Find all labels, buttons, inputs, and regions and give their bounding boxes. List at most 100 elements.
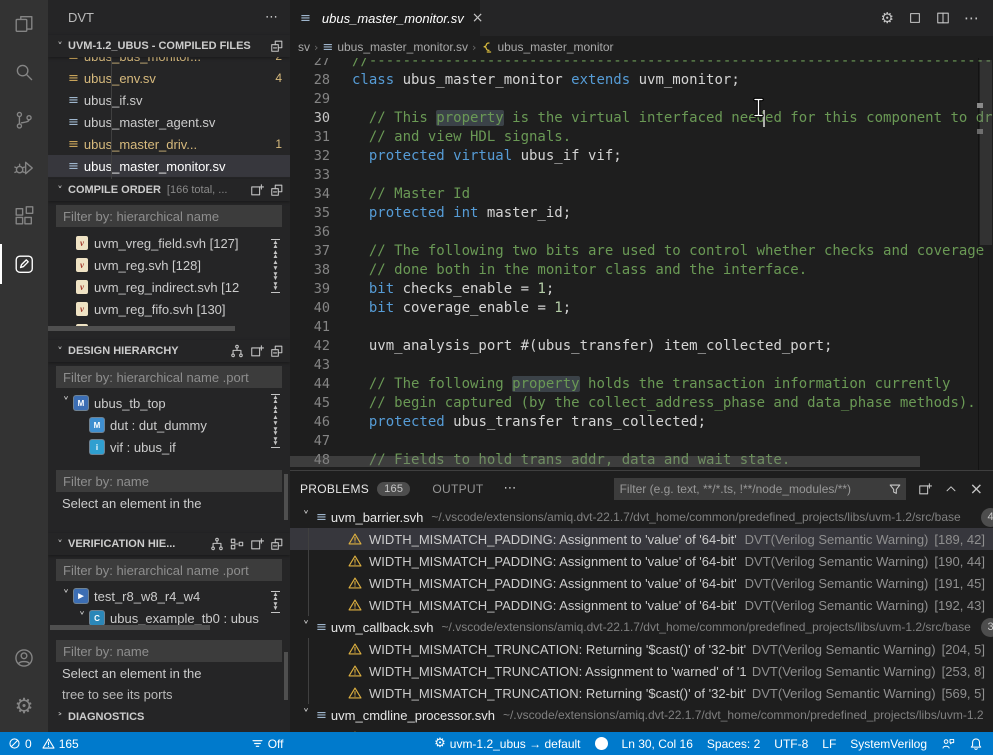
chevron-down-icon[interactable]: ˅: [52, 345, 68, 358]
collapse-all-icon[interactable]: [270, 183, 284, 197]
problems-group-row[interactable]: ˅≡uvm_cmdline_processor.svh~/.vscode/ext…: [290, 704, 993, 726]
code-line[interactable]: 35 protected int master_id;: [290, 204, 993, 223]
compile-order-item[interactable]: vuvm_reg_fifo.svh [130]: [48, 298, 290, 320]
compile-order-filter-input[interactable]: [56, 205, 282, 227]
code-line[interactable]: 27//------------------------------------…: [290, 58, 993, 71]
code-line[interactable]: 47: [290, 432, 993, 451]
gear-icon[interactable]: ⚙: [881, 9, 894, 27]
problems-status[interactable]: 0 165: [8, 737, 79, 751]
tab-problems[interactable]: PROBLEMS 165: [300, 482, 410, 496]
activity-extensions[interactable]: [0, 192, 48, 240]
activity-settings[interactable]: ⚙: [0, 682, 48, 730]
tab-ubus-master-monitor[interactable]: ≡ ubus_master_monitor.sv ×: [290, 0, 480, 36]
feedback-icon[interactable]: [941, 737, 955, 751]
code-line[interactable]: 29: [290, 90, 993, 109]
more-actions-icon[interactable]: ⋯: [265, 10, 278, 25]
editor-horizontal-scrollbar[interactable]: [290, 456, 920, 467]
close-icon[interactable]: ×: [472, 10, 484, 26]
problems-group-row[interactable]: ˅≡uvm_callback.svh~/.vscode/extensions/a…: [290, 616, 993, 638]
section-design-hierarchy[interactable]: ˅ DESIGN HIERARCHY: [48, 340, 290, 362]
chevron-down-icon[interactable]: ˅: [298, 620, 314, 635]
dvt-status-indicator[interactable]: [595, 737, 608, 750]
notifications-bell-icon[interactable]: [969, 737, 983, 751]
design-hierarchy-name-filter-input[interactable]: [56, 470, 282, 492]
design-hierarchy-node[interactable]: Mdut : dut_dummy: [48, 414, 290, 436]
language-mode[interactable]: SystemVerilog: [850, 737, 927, 751]
collapse-all-icon[interactable]: [270, 344, 284, 358]
vertical-scrollbar[interactable]: [284, 474, 288, 520]
code-line[interactable]: 31 // and view HDL signals.: [290, 128, 993, 147]
code-line[interactable]: 45 // begin captured (by the collect_add…: [290, 394, 993, 413]
chevron-down-icon[interactable]: ˅: [298, 510, 314, 525]
problem-row[interactable]: WIDTH_MISMATCH_PADDING: Assignment to 'v…: [290, 550, 993, 572]
encoding[interactable]: UTF-8: [774, 737, 808, 751]
design-hierarchy-node[interactable]: ivif : ubus_if: [48, 436, 290, 458]
code-line[interactable]: 44 // The following property holds the t…: [290, 375, 993, 394]
problem-row[interactable]: WIDTH_MISMATCH_PADDING: Assignment to 'v…: [290, 594, 993, 616]
code-line[interactable]: 37 // The following two bits are used to…: [290, 242, 993, 261]
chevron-down-icon[interactable]: ˅: [52, 538, 68, 551]
file-item[interactable]: ≡ubus_if.sv: [48, 89, 290, 111]
chevron-down-icon[interactable]: ˅: [52, 40, 68, 53]
collapse-all-icon[interactable]: [270, 537, 284, 551]
chevron-down-icon[interactable]: ˅: [58, 396, 74, 411]
code-line[interactable]: 40 bit coverage_enable = 1;: [290, 299, 993, 318]
section-diagnostics[interactable]: ˃ DIAGNOSTICS: [48, 706, 290, 728]
filters-status[interactable]: Off: [251, 737, 284, 751]
code-line[interactable]: 28class ubus_master_monitor extends uvm_…: [290, 71, 993, 90]
file-item[interactable]: ≡ubus_master_agent.sv: [48, 111, 290, 133]
code-line[interactable]: 34 // Master Id: [290, 185, 993, 204]
new-window-icon[interactable]: [250, 537, 264, 551]
design-hierarchy-filter-input[interactable]: [56, 366, 282, 388]
chevron-up-icon[interactable]: [944, 482, 958, 496]
code-line[interactable]: 42 uvm_analysis_port #(ubus_transfer) it…: [290, 337, 993, 356]
code-line[interactable]: 41: [290, 318, 993, 337]
hierarchy-icon[interactable]: [210, 537, 224, 551]
new-window-icon[interactable]: [918, 482, 932, 496]
file-item[interactable]: ≡ubus_bus_monitor...2: [48, 57, 290, 67]
verification-hierarchy-filter-input[interactable]: [56, 559, 282, 581]
section-compiled-files[interactable]: ˅ UVM-1.2_UBUS - COMPILED FILES: [48, 35, 290, 57]
activity-search[interactable]: [0, 48, 48, 96]
nav-bottom-icon[interactable]: ▼▼: [271, 282, 280, 295]
project-status[interactable]: ⚙ uvm-1.2_ubus → default: [434, 736, 580, 751]
file-item[interactable]: ≡ubus_master_monitor.sv: [48, 155, 290, 177]
verification-hierarchy-name-filter-input[interactable]: [56, 640, 282, 662]
nav-bottom-icon[interactable]: ▼▼: [271, 602, 280, 615]
problems-group-row[interactable]: ˅≡uvm_barrier.svh~/.vscode/extensions/am…: [290, 506, 993, 528]
chevron-down-icon[interactable]: ˅: [58, 589, 74, 604]
cursor-position[interactable]: Ln 30, Col 16: [622, 737, 693, 751]
problem-row[interactable]: WIDTH_MISMATCH_TRUNCATION: Assignment to…: [290, 660, 993, 682]
code-line[interactable]: 39 bit checks_enable = 1;: [290, 280, 993, 299]
indentation[interactable]: Spaces: 2: [707, 737, 760, 751]
compile-order-item[interactable]: vuvm_reg_indirect.svh [12: [48, 276, 290, 298]
eol-sequence[interactable]: LF: [822, 737, 836, 751]
chevron-down-icon[interactable]: ˅: [298, 708, 314, 723]
section-verification-hierarchy[interactable]: ˅ VERIFICATION HIE...: [48, 533, 290, 555]
square-icon[interactable]: [908, 11, 922, 25]
compile-order-item[interactable]: vuvm_vreg_field.svh [127]: [48, 232, 290, 254]
problem-row[interactable]: WIDTH_MISMATCH_PADDING: Assignment to 'v…: [290, 572, 993, 594]
code-line[interactable]: 30 // This property is the virtual inter…: [290, 109, 993, 128]
compile-order-item[interactable]: vuvm_reg.svh [128]: [48, 254, 290, 276]
hierarchy-icon[interactable]: [230, 344, 244, 358]
new-window-icon[interactable]: [250, 344, 264, 358]
more-actions-icon[interactable]: ⋯: [504, 481, 517, 496]
activity-run-and-debug[interactable]: [0, 144, 48, 192]
close-icon[interactable]: ×: [970, 479, 983, 498]
problem-row[interactable]: WIDTH_MISMATCH_TRUNCATION: Returning '$c…: [290, 682, 993, 704]
new-window-icon[interactable]: [250, 183, 264, 197]
more-icon[interactable]: ⋯: [964, 9, 979, 27]
file-item[interactable]: ≡ubus_master_driv...1: [48, 133, 290, 155]
split-editor-icon[interactable]: [936, 11, 950, 25]
chevron-down-icon[interactable]: ˅: [52, 184, 68, 197]
chevron-right-icon[interactable]: ˃: [52, 711, 68, 724]
collapse-all-icon[interactable]: [270, 39, 284, 53]
horizontal-scrollbar[interactable]: [50, 625, 210, 630]
filter-funnel-icon[interactable]: [888, 482, 902, 496]
code-line[interactable]: 33: [290, 166, 993, 185]
vertical-scrollbar[interactable]: [284, 652, 288, 700]
chevron-down-icon[interactable]: ˅: [74, 611, 90, 626]
activity-dvt[interactable]: [0, 240, 48, 288]
code-line[interactable]: 36: [290, 223, 993, 242]
